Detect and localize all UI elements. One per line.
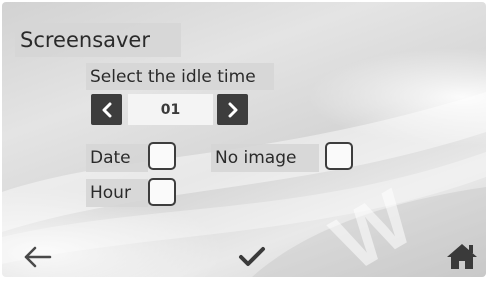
back-button[interactable] — [22, 246, 52, 268]
page-title: Screensaver — [15, 23, 181, 57]
date-option-label: Date — [86, 144, 148, 172]
date-checkbox[interactable] — [148, 142, 176, 170]
home-button[interactable] — [446, 242, 478, 270]
idle-time-decrease-button[interactable] — [91, 94, 122, 125]
arrow-left-icon — [24, 246, 52, 268]
no-image-checkbox[interactable] — [325, 142, 353, 170]
chevron-right-icon — [228, 102, 237, 117]
chevron-left-icon — [102, 102, 111, 117]
idle-time-increase-button[interactable] — [217, 94, 248, 125]
hour-checkbox[interactable] — [148, 178, 176, 206]
idle-time-value: 01 — [128, 94, 213, 125]
hour-option-label: Hour — [86, 179, 148, 207]
screensaver-screen: W Screensaver Select the idle time 01 Da… — [2, 2, 486, 277]
no-image-option-label: No image — [211, 144, 319, 172]
checkmark-icon — [239, 247, 265, 266]
confirm-button[interactable] — [238, 246, 266, 268]
home-icon — [447, 244, 477, 269]
idle-time-label: Select the idle time — [86, 63, 274, 90]
